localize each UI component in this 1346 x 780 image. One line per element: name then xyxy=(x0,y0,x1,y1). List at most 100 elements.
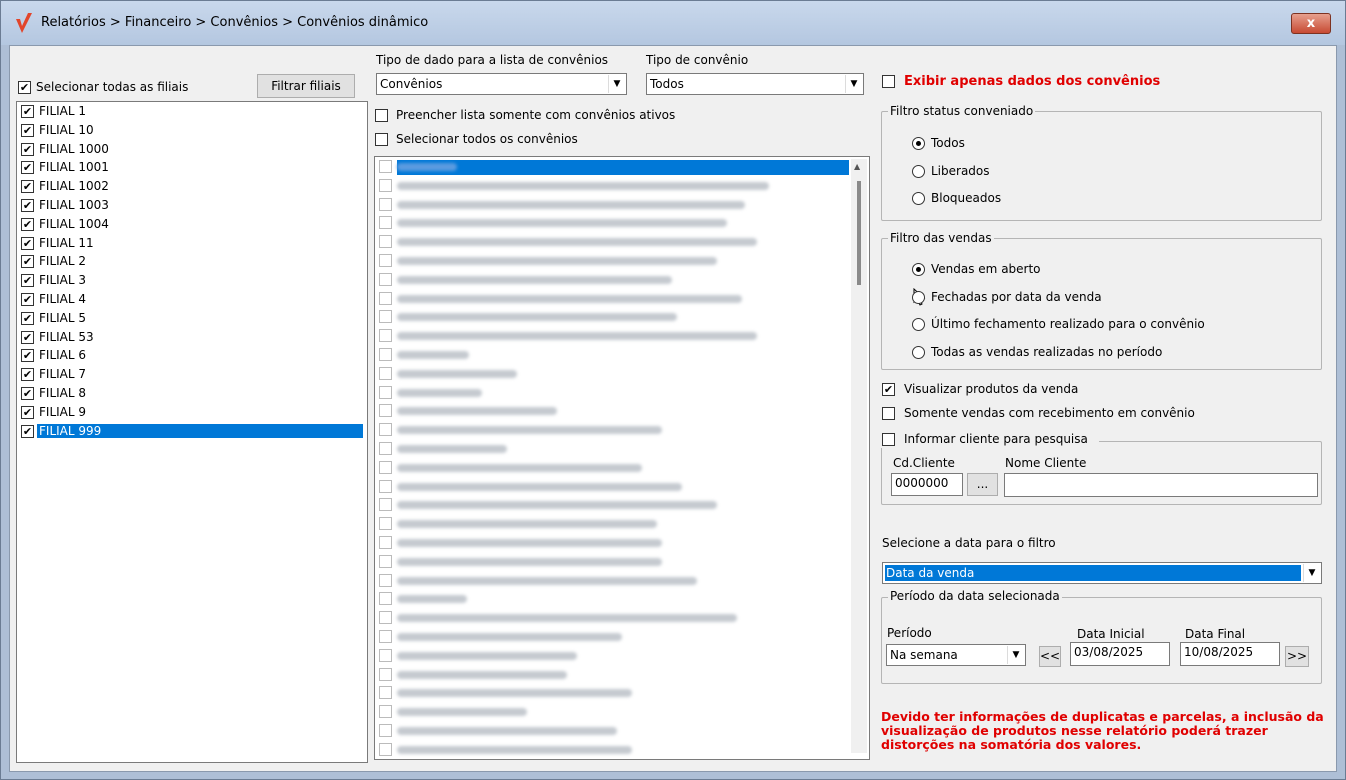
convenio-checkbox[interactable] xyxy=(379,611,392,625)
periodo-select[interactable]: Na semana ▼ xyxy=(886,644,1026,666)
filial-checkbox[interactable] xyxy=(21,424,34,438)
convenio-checkbox[interactable] xyxy=(379,479,392,493)
filial-item[interactable]: FILIAL 8 xyxy=(19,385,365,403)
vendas-radio[interactable] xyxy=(912,345,925,359)
filial-checkbox[interactable] xyxy=(21,387,34,400)
chevron-down-icon[interactable]: ▼ xyxy=(845,75,862,93)
convenio-checkbox[interactable] xyxy=(379,686,392,700)
data-inicial-input[interactable]: 03/08/2025 xyxy=(1070,642,1170,666)
exibir-apenas-checkbox[interactable] xyxy=(882,75,895,88)
convenio-checkbox[interactable] xyxy=(379,724,392,737)
browse-cliente-button[interactable]: ... xyxy=(967,473,998,496)
cd-cliente-input[interactable]: 0000000 xyxy=(891,473,963,496)
filial-checkbox[interactable] xyxy=(21,236,34,250)
filial-checkbox[interactable] xyxy=(21,105,34,118)
filial-item[interactable]: FILIAL 1004 xyxy=(19,216,365,234)
filial-item[interactable]: FILIAL 1001 xyxy=(19,159,365,177)
status-radio[interactable] xyxy=(912,164,925,178)
tipo-dado-select[interactable]: Convênios ▼ xyxy=(376,73,627,95)
vendas-radio[interactable] xyxy=(912,263,925,276)
filial-checkbox[interactable] xyxy=(21,274,34,288)
convenio-row[interactable] xyxy=(377,214,839,233)
tipo-convenio-select[interactable]: Todos ▼ xyxy=(646,73,864,95)
convenio-checkbox[interactable] xyxy=(379,254,392,267)
convenio-checkbox[interactable] xyxy=(379,160,392,173)
convenio-row[interactable] xyxy=(377,628,839,647)
filial-item[interactable]: FILIAL 6 xyxy=(19,347,365,365)
chevron-down-icon[interactable]: ▼ xyxy=(1007,646,1024,664)
filial-item[interactable]: FILIAL 11 xyxy=(19,235,365,253)
filial-item[interactable]: FILIAL 9 xyxy=(19,404,365,422)
convenio-row[interactable] xyxy=(377,440,839,459)
convenio-checkbox[interactable] xyxy=(379,216,392,230)
convenio-row[interactable] xyxy=(377,534,839,553)
convenio-row[interactable] xyxy=(377,327,839,346)
convenio-checkbox[interactable] xyxy=(379,404,392,418)
filial-item[interactable]: FILIAL 5 xyxy=(19,310,365,328)
convenio-row[interactable] xyxy=(377,252,839,271)
convenio-checkbox[interactable] xyxy=(379,498,392,512)
filial-checkbox[interactable] xyxy=(21,161,34,175)
convenio-row[interactable] xyxy=(377,271,839,290)
filial-checkbox[interactable] xyxy=(21,123,34,137)
convenio-row[interactable] xyxy=(377,196,839,215)
filial-item[interactable]: FILIAL 10 xyxy=(19,122,365,140)
convenio-row[interactable] xyxy=(377,647,839,666)
filial-item[interactable]: FILIAL 999 xyxy=(19,423,365,441)
convenio-checkbox[interactable] xyxy=(379,536,392,549)
convenio-row[interactable] xyxy=(377,421,839,440)
convenio-checkbox[interactable] xyxy=(379,592,392,606)
convenio-row[interactable] xyxy=(377,478,839,497)
next-period-button[interactable]: >> xyxy=(1285,646,1309,667)
convenio-row[interactable] xyxy=(377,459,839,478)
convenio-checkbox[interactable] xyxy=(379,667,392,681)
scroll-thumb[interactable] xyxy=(857,181,861,285)
filial-item[interactable]: FILIAL 2 xyxy=(19,253,365,271)
filial-checkbox[interactable] xyxy=(21,311,34,325)
convenio-checkbox[interactable] xyxy=(379,517,392,531)
filial-checkbox[interactable] xyxy=(21,255,34,269)
convenio-row[interactable] xyxy=(377,308,839,327)
filial-item[interactable]: FILIAL 1003 xyxy=(19,197,365,215)
filial-item[interactable]: FILIAL 1 xyxy=(19,103,365,121)
convenios-scrollbar[interactable]: ▲ xyxy=(851,159,867,753)
convenios-list[interactable]: ▲ xyxy=(374,156,870,760)
convenio-checkbox[interactable] xyxy=(379,648,392,662)
scroll-up-icon[interactable]: ▲ xyxy=(854,162,860,171)
previous-period-button[interactable]: << xyxy=(1039,646,1061,667)
convenio-checkbox[interactable] xyxy=(379,573,392,587)
convenio-row[interactable] xyxy=(377,158,839,177)
convenio-row[interactable] xyxy=(377,703,839,722)
convenio-checkbox[interactable] xyxy=(379,366,392,380)
status-radio[interactable] xyxy=(912,137,925,150)
data-filtro-select[interactable]: Data da venda ▼ xyxy=(882,562,1322,584)
vendas-radio[interactable] xyxy=(912,318,925,331)
convenio-row[interactable] xyxy=(377,741,839,759)
convenio-checkbox[interactable] xyxy=(379,310,392,324)
convenio-row[interactable] xyxy=(377,402,839,421)
filial-checkbox[interactable] xyxy=(21,368,34,382)
filial-item[interactable]: FILIAL 1002 xyxy=(19,178,365,196)
convenio-checkbox[interactable] xyxy=(379,272,392,286)
convenio-row[interactable] xyxy=(377,590,839,609)
convenio-row[interactable] xyxy=(377,365,839,384)
filter-filiais-button[interactable]: Filtrar filiais xyxy=(257,74,355,98)
convenio-checkbox[interactable] xyxy=(379,742,392,756)
filial-item[interactable]: FILIAL 7 xyxy=(19,366,365,384)
filial-checkbox[interactable] xyxy=(21,180,34,194)
chevron-down-icon[interactable]: ▼ xyxy=(1303,564,1320,582)
filial-item[interactable]: FILIAL 4 xyxy=(19,291,365,309)
somente-ativos-checkbox[interactable] xyxy=(375,109,388,122)
nome-cliente-input[interactable] xyxy=(1004,473,1318,497)
filial-checkbox[interactable] xyxy=(21,217,34,231)
close-button[interactable]: x xyxy=(1291,13,1331,34)
convenio-row[interactable] xyxy=(377,722,839,741)
convenio-checkbox[interactable] xyxy=(379,291,392,305)
convenio-checkbox[interactable] xyxy=(379,554,392,568)
filial-item[interactable]: FILIAL 53 xyxy=(19,329,365,347)
filiais-list[interactable]: FILIAL 1 FILIAL 10 FILIAL 1000 FILIAL 1001 F… xyxy=(16,101,368,763)
convenio-row[interactable] xyxy=(377,666,839,685)
filial-checkbox[interactable] xyxy=(21,330,34,344)
select-all-convenios-checkbox[interactable] xyxy=(375,133,388,146)
filial-checkbox[interactable] xyxy=(21,199,34,212)
